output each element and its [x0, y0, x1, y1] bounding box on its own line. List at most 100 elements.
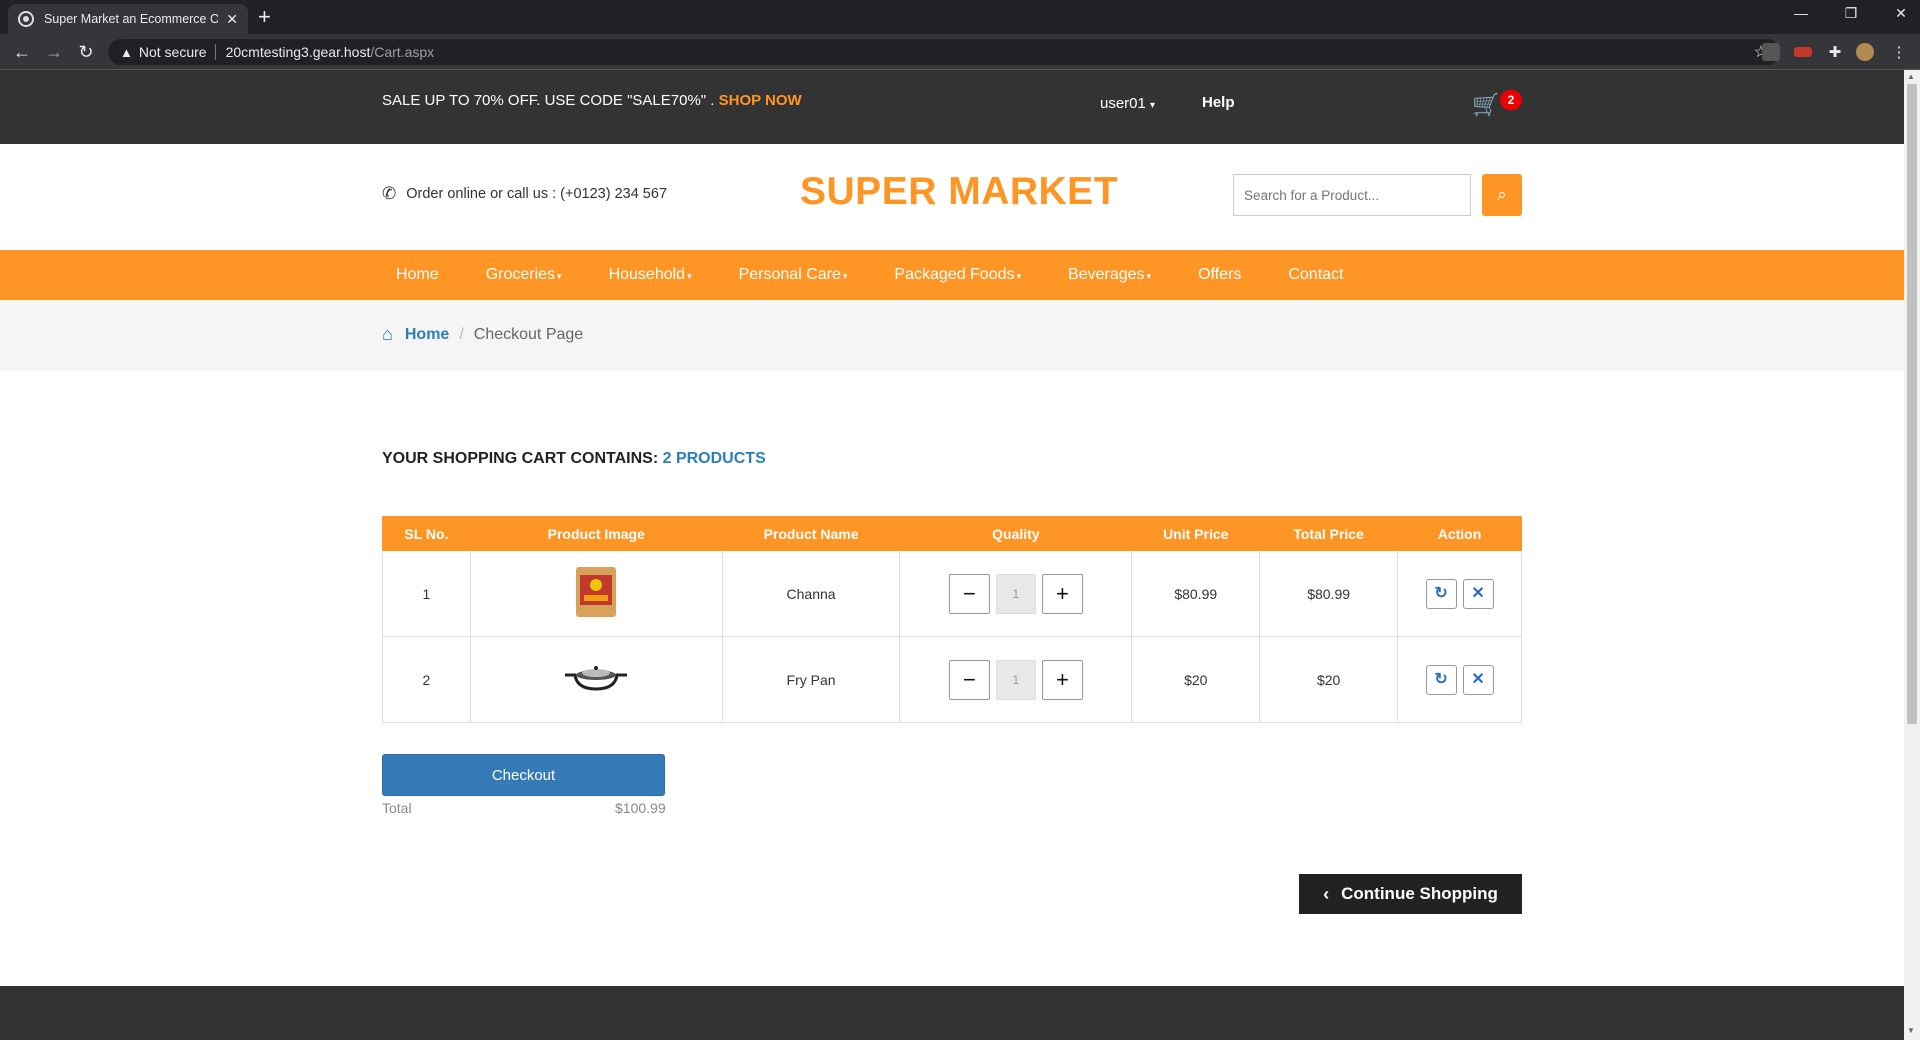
- caret-down-icon: ▾: [1150, 100, 1156, 111]
- nav-item-offers[interactable]: Offers: [1184, 250, 1255, 300]
- cart-heading: YOUR SHOPPING CART CONTAINS: 2 PRODUCTS: [382, 450, 766, 468]
- forward-button[interactable]: →: [42, 40, 66, 64]
- nav-label: Beverages: [1068, 266, 1145, 283]
- help-link[interactable]: Help: [1202, 94, 1235, 111]
- restore-button[interactable]: ❐: [1836, 5, 1866, 22]
- nav-item-groceries[interactable]: Groceries ▾: [472, 250, 576, 300]
- address-bar[interactable]: ▲ Not secure 20cmtesting3.gear.host /Car…: [108, 39, 1780, 65]
- breadcrumb-separator: /: [459, 325, 464, 343]
- promo-text: SALE UP TO 70% OFF. USE CODE "SALE70%" .: [382, 92, 719, 109]
- nav-item-personal-care[interactable]: Personal Care ▾: [725, 250, 862, 300]
- breadcrumb-current: Checkout Page: [473, 325, 584, 343]
- extension-icon[interactable]: [1762, 43, 1780, 61]
- not-secure-label[interactable]: Not secure: [139, 44, 207, 60]
- nav-item-packaged-foods[interactable]: Packaged Foods ▾: [880, 250, 1035, 300]
- remove-icon[interactable]: ✕: [1462, 578, 1494, 609]
- search-input[interactable]: [1233, 174, 1471, 216]
- phone-text: Order online or call us : (+0123) 234 56…: [406, 186, 668, 202]
- checkout-button[interactable]: Checkout: [382, 754, 665, 796]
- action-cell: ↻ ✕: [1397, 636, 1522, 723]
- quantity-cell: − 1 +: [899, 636, 1133, 723]
- reload-button[interactable]: ↻: [74, 40, 98, 64]
- table-row: 2 Fry Pan − 1 + $20 $20 ↻ ✕: [382, 636, 1522, 723]
- table-header-row: SL No. Product Image Product Name Qualit…: [382, 516, 1522, 551]
- new-tab-button[interactable]: +: [258, 5, 271, 29]
- unit-price-cell: $80.99: [1131, 550, 1261, 637]
- breadcrumb: ⌂ Home / Checkout Page: [0, 300, 1904, 371]
- continue-shopping-button[interactable]: ‹ Continue Shopping: [1299, 874, 1522, 914]
- nav-label: Contact: [1288, 266, 1344, 283]
- refresh-icon[interactable]: ↻: [1425, 664, 1457, 695]
- extension-icon[interactable]: [1794, 47, 1812, 57]
- url-path: /Cart.aspx: [370, 44, 435, 60]
- nav-item-household[interactable]: Household ▾: [595, 250, 706, 300]
- nav-item-home[interactable]: Home: [382, 250, 453, 300]
- browser-tab[interactable]: Super Market an Ecommerce Onl ✕: [8, 4, 248, 34]
- caret-down-icon: ▾: [557, 271, 562, 281]
- action-cell: ↻ ✕: [1397, 550, 1522, 637]
- continue-shopping-label: Continue Shopping: [1341, 884, 1498, 903]
- close-window-button[interactable]: ✕: [1886, 5, 1916, 22]
- table-row: 1 Channa − 1 + $80.99 $80.99 ↻ ✕: [382, 550, 1522, 637]
- total-value: $100.99: [615, 800, 666, 816]
- sl-cell: 2: [382, 636, 471, 723]
- cart-product-count: 2 PRODUCTS: [662, 450, 766, 467]
- search-icon: ⌕: [1497, 185, 1507, 204]
- increase-quantity-button[interactable]: +: [1041, 573, 1083, 614]
- cart-table: SL No. Product Image Product Name Qualit…: [382, 516, 1522, 723]
- decrease-quantity-button[interactable]: −: [948, 659, 990, 700]
- menu-dots-icon[interactable]: ⋮: [1890, 43, 1908, 61]
- phone-icon: ✆: [382, 184, 397, 203]
- nav-item-contact[interactable]: Contact: [1274, 250, 1357, 300]
- main-nav: Home Groceries ▾ Household ▾ Personal Care…: [0, 250, 1904, 300]
- column-header: Action: [1397, 516, 1522, 551]
- shop-now-link[interactable]: SHOP NOW: [719, 92, 802, 109]
- refresh-icon[interactable]: ↻: [1425, 578, 1457, 609]
- caret-down-icon: ▾: [1146, 271, 1152, 281]
- search-button[interactable]: ⌕: [1482, 174, 1522, 216]
- column-header: SL No.: [382, 516, 471, 551]
- page-scrollbar[interactable]: ▲ ▼: [1904, 70, 1920, 1040]
- product-name-cell: Fry Pan: [721, 636, 901, 723]
- puzzle-icon[interactable]: ✚: [1826, 43, 1844, 61]
- total-label: Total: [382, 800, 412, 816]
- increase-quantity-button[interactable]: +: [1041, 659, 1083, 700]
- site-logo[interactable]: SUPER MARKET: [800, 170, 1118, 214]
- remove-icon[interactable]: ✕: [1462, 664, 1494, 695]
- back-button[interactable]: ←: [10, 40, 34, 64]
- nav-label: Groceries: [485, 266, 556, 283]
- decrease-quantity-button[interactable]: −: [948, 573, 990, 614]
- minimize-button[interactable]: —: [1786, 5, 1816, 21]
- caret-down-icon: ▾: [1016, 271, 1022, 281]
- quantity-field[interactable]: 1: [995, 659, 1036, 700]
- profile-avatar[interactable]: [1856, 43, 1874, 61]
- total-price-cell: $20: [1259, 636, 1399, 723]
- caret-down-icon: ▾: [687, 271, 692, 281]
- warning-icon: ▲: [120, 44, 133, 60]
- site-footer: [0, 986, 1904, 1040]
- quantity-field[interactable]: 1: [995, 573, 1036, 614]
- nav-item-beverages[interactable]: Beverages ▾: [1054, 250, 1165, 300]
- breadcrumb-home-link[interactable]: Home: [405, 326, 449, 344]
- nav-label: Home: [396, 266, 439, 283]
- product-name-cell: Channa: [721, 550, 901, 637]
- cart-icon[interactable]: 🛒: [1472, 92, 1499, 118]
- scrollbar-thumb[interactable]: [1907, 84, 1917, 724]
- fry-pan-product-image[interactable]: [563, 663, 629, 693]
- total-price-cell: $80.99: [1259, 550, 1399, 637]
- caret-down-icon: ▾: [842, 271, 848, 281]
- nav-label: Packaged Foods: [894, 266, 1015, 283]
- home-icon[interactable]: ⌂: [382, 324, 393, 345]
- top-bar: SALE UP TO 70% OFF. USE CODE "SALE70%" .…: [0, 70, 1904, 144]
- close-tab-icon[interactable]: ✕: [226, 11, 238, 28]
- promo-banner: SALE UP TO 70% OFF. USE CODE "SALE70%" .…: [382, 92, 802, 109]
- chevron-left-icon: ‹: [1323, 883, 1330, 904]
- quantity-cell: − 1 +: [899, 550, 1133, 637]
- column-header: Product Name: [721, 516, 901, 551]
- column-header: Product Image: [469, 516, 723, 551]
- user-menu[interactable]: user01 ▾: [1100, 95, 1155, 112]
- cart-heading-text: YOUR SHOPPING CART CONTAINS:: [382, 450, 663, 467]
- scroll-up-arrow[interactable]: ▲: [1907, 72, 1915, 81]
- channa-product-image[interactable]: [574, 565, 618, 619]
- scroll-down-arrow[interactable]: ▼: [1907, 1026, 1915, 1035]
